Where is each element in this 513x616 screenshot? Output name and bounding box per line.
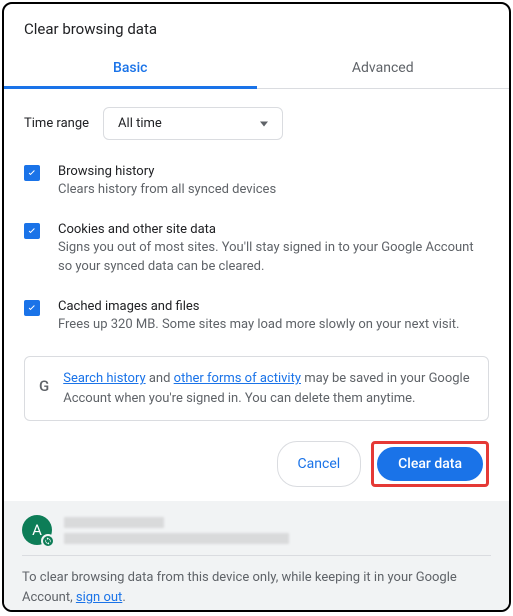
clear-data-button[interactable]: Clear data	[377, 447, 483, 481]
option-subtitle: Signs you out of most sites. You'll stay…	[58, 239, 489, 277]
option-browsing-history: Browsing history Clears history from all…	[24, 164, 489, 200]
avatar[interactable]: A	[22, 515, 52, 545]
option-subtitle: Clears history from all synced devices	[58, 181, 276, 200]
option-text: Cached images and files Frees up 320 MB.…	[58, 299, 459, 335]
option-title: Browsing history	[58, 164, 276, 179]
time-range-select[interactable]: All time	[103, 107, 283, 140]
option-cache: Cached images and files Frees up 320 MB.…	[24, 299, 489, 335]
time-range-label: Time range	[24, 116, 89, 131]
checkbox-cache[interactable]	[24, 300, 40, 316]
time-range-value: All time	[118, 116, 162, 131]
tab-label: Advanced	[352, 60, 414, 76]
redacted-line	[64, 533, 289, 544]
option-title: Cookies and other site data	[58, 222, 489, 237]
tab-label: Basic	[113, 60, 147, 76]
cancel-button[interactable]: Cancel	[277, 441, 362, 487]
button-row: Cancel Clear data	[4, 421, 509, 501]
tab-advanced[interactable]: Advanced	[257, 50, 510, 88]
sync-badge-icon	[41, 534, 55, 548]
google-account-info: G Search history and other forms of acti…	[24, 356, 489, 421]
time-range-row: Time range All time	[24, 107, 489, 140]
checkbox-browsing-history[interactable]	[24, 165, 40, 181]
footer: A To clear browsing data from this devic…	[4, 501, 509, 612]
check-icon	[26, 167, 38, 179]
tab-bar: Basic Advanced	[4, 50, 509, 89]
other-activity-link[interactable]: other forms of activity	[174, 371, 301, 386]
redacted-line	[64, 517, 164, 528]
account-row: A	[22, 515, 491, 545]
search-history-link[interactable]: Search history	[63, 371, 145, 386]
highlight-annotation: Clear data	[371, 441, 489, 487]
option-text: Browsing history Clears history from all…	[58, 164, 276, 200]
clear-browsing-data-dialog: Clear browsing data Basic Advanced Time …	[2, 2, 511, 612]
sign-out-link[interactable]: sign out	[76, 590, 122, 605]
check-icon	[26, 302, 38, 314]
option-text: Cookies and other site data Signs you ou…	[58, 222, 489, 277]
info-text: Search history and other forms of activi…	[63, 369, 474, 408]
google-icon: G	[39, 375, 49, 398]
dialog-title: Clear browsing data	[4, 4, 509, 50]
account-info-redacted	[64, 517, 289, 544]
footer-text: To clear browsing data from this device …	[22, 568, 491, 607]
tab-basic[interactable]: Basic	[4, 50, 257, 88]
option-title: Cached images and files	[58, 299, 459, 314]
option-cookies: Cookies and other site data Signs you ou…	[24, 222, 489, 277]
option-subtitle: Frees up 320 MB. Some sites may load mor…	[58, 316, 459, 335]
checkbox-cookies[interactable]	[24, 223, 40, 239]
divider	[22, 555, 491, 556]
check-icon	[26, 225, 38, 237]
dialog-content: Time range All time Browsing history Cle…	[4, 89, 509, 421]
